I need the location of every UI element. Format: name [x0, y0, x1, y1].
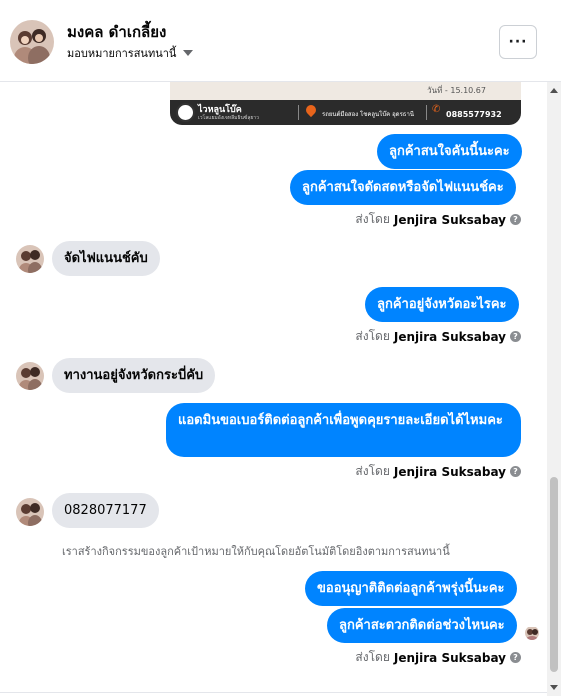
incoming-message[interactable]: 0828077177 [52, 493, 159, 528]
outgoing-message[interactable]: ขออนุญาติติดต่อลูกค้าพรุ่งนี้นะคะ [305, 571, 517, 606]
sent-by-label: ส่งโดย Jenjira Suksabay ? [355, 648, 521, 667]
outgoing-message[interactable]: ลูกค้าสนใจดัดสดหรือจัดไฟแนนช์คะ [290, 170, 516, 205]
sender-name[interactable]: Jenjira Suksabay [394, 651, 506, 665]
sent-by-prefix: ส่งโดย [355, 650, 390, 664]
contact-avatar[interactable] [10, 20, 54, 64]
outgoing-message[interactable]: ลูกค้าสะดวกติดต่อช่วงไหนคะ [327, 608, 517, 643]
sent-by-prefix: ส่งโดย [355, 329, 390, 343]
caret-down-icon [183, 50, 194, 56]
sent-by-prefix: ส่งโดย [355, 212, 390, 226]
sent-by-label: ส่งโดย Jenjira Suksabay ? [355, 327, 521, 346]
incoming-message[interactable]: ทางานอยู่จังหวัดกระบี่คับ [52, 358, 216, 393]
banner-phone: 0885577932 [446, 110, 502, 119]
contact-avatar-small[interactable] [16, 498, 44, 526]
phone-icon: ✆ [432, 104, 441, 115]
outgoing-message[interactable]: แอดมินขอเบอร์ติดต่อลูกค้าเพื่อพูดคุยรายล… [166, 403, 521, 457]
vertical-scrollbar[interactable] [547, 82, 561, 696]
scroll-thumb[interactable] [550, 477, 558, 672]
more-options-button[interactable]: ··· [499, 25, 537, 59]
banner-divider [426, 105, 427, 120]
banner-address: รถยนต์มือสอง โชคลูนโบ๊ค อุดรธานี [322, 111, 414, 118]
sender-name[interactable]: Jenjira Suksabay [394, 465, 506, 479]
outgoing-message[interactable]: ลูกค้าอยู่จังหวัดอะไรคะ [365, 287, 519, 322]
help-icon[interactable]: ? [510, 331, 521, 342]
banner-top-strip: วันที่ - 15.10.67 [170, 82, 521, 100]
contact-name[interactable]: มงคล ดำเกลี้ยง [67, 20, 166, 44]
shared-image-attachment[interactable]: วันที่ - 15.10.67 ไวหลูนโบ๊ค เวโลแยมอังเ… [170, 82, 521, 125]
sender-name[interactable]: Jenjira Suksabay [394, 213, 506, 227]
help-icon[interactable]: ? [510, 466, 521, 477]
dealer-logo-icon [176, 103, 195, 122]
sent-by-prefix: ส่งโดย [355, 464, 390, 478]
help-icon[interactable]: ? [510, 652, 521, 663]
banner-brand-sub: เวโลแยมอังเจหลีมธินซ์ลุยาว [198, 115, 259, 121]
conversation-header: มงคล ดำเกลี้ยง มอบหมายการสนทนานี้ ··· [0, 0, 561, 82]
help-icon[interactable]: ? [510, 214, 521, 225]
incoming-message[interactable]: จัดไฟแนนช์คับ [52, 241, 160, 276]
sent-by-label: ส่งโดย Jenjira Suksabay ? [355, 462, 521, 481]
contact-avatar-small[interactable] [16, 362, 44, 390]
banner-divider [298, 105, 299, 120]
banner-date: วันที่ - 15.10.67 [427, 86, 486, 95]
outgoing-message[interactable]: ลูกค้าสนใจคันนี้นะคะ [377, 134, 522, 169]
composer-divider [0, 692, 547, 696]
contact-avatar-small[interactable] [16, 245, 44, 273]
scroll-down-arrow-icon[interactable] [550, 685, 558, 690]
ai-activity-note: เราสร้างกิจกรรมของลูกค้าเป้าหมายให้กับคุ… [62, 545, 450, 558]
assign-label: มอบหมายการสนทนานี้ [67, 47, 177, 60]
assign-conversation-dropdown[interactable]: มอบหมายการสนทนานี้ [67, 44, 194, 62]
sender-name[interactable]: Jenjira Suksabay [394, 330, 506, 344]
seen-avatar [525, 626, 539, 640]
location-pin-icon [303, 102, 319, 118]
sent-by-label: ส่งโดย Jenjira Suksabay ? [355, 210, 521, 229]
scroll-up-arrow-icon[interactable] [550, 88, 558, 93]
banner-footer: ไวหลูนโบ๊ค เวโลแยมอังเจหลีมธินซ์ลุยาว รถ… [170, 100, 521, 125]
